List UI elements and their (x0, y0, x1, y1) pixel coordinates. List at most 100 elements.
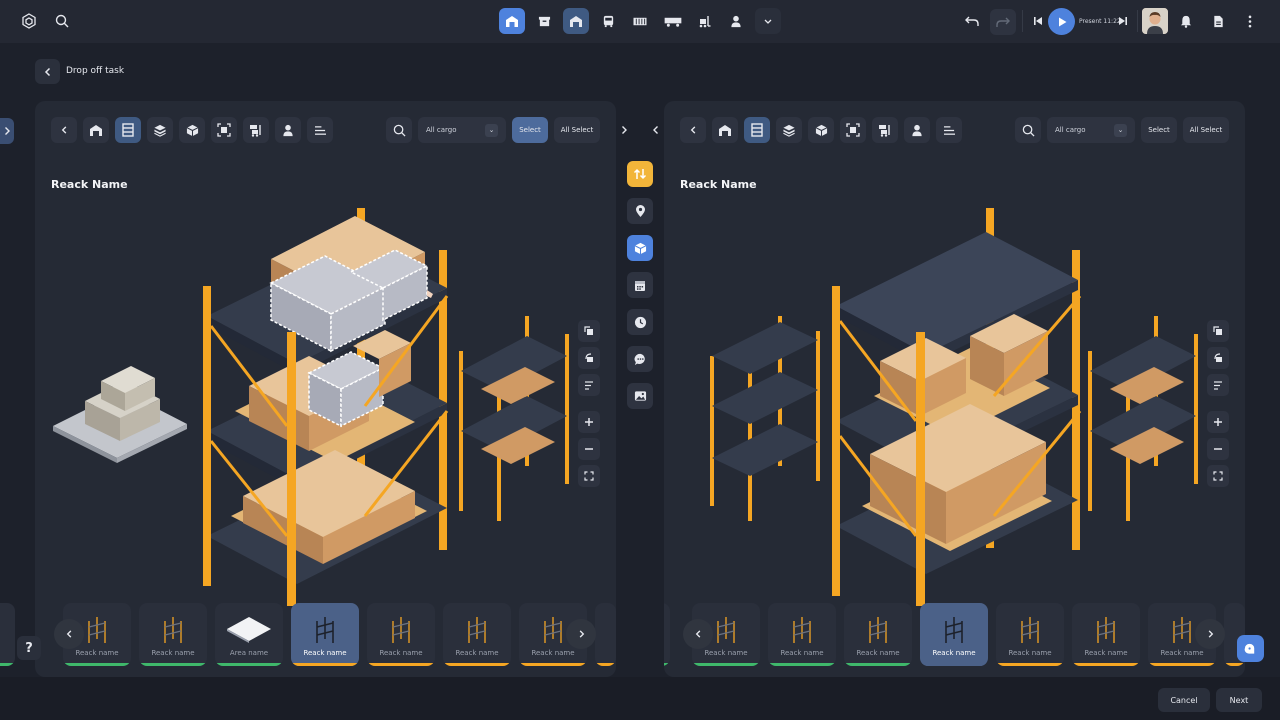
status-bar (139, 663, 207, 666)
clock-button[interactable] (627, 309, 653, 335)
user-icon (731, 15, 741, 27)
tool-rack[interactable] (115, 117, 141, 143)
panel-back-button[interactable] (680, 117, 706, 143)
strip-prev-button[interactable] (683, 619, 713, 649)
strip-prev-button[interactable] (54, 619, 84, 649)
tool-user[interactable] (904, 117, 930, 143)
tool-forklift[interactable] (872, 117, 898, 143)
map-pin-icon (635, 205, 645, 217)
rack-card[interactable]: Reack name (1072, 603, 1140, 666)
fullscreen-button[interactable] (578, 465, 600, 487)
rack-card-partial[interactable] (0, 603, 15, 666)
help-button[interactable]: ? (17, 636, 41, 660)
app-logo-icon[interactable] (19, 11, 39, 31)
tool-pallet-stack[interactable] (147, 117, 173, 143)
panel-search-button[interactable] (1015, 117, 1041, 143)
cargo-filter-select[interactable]: All cargo ⌄ (1047, 117, 1135, 143)
tool-box[interactable] (808, 117, 834, 143)
all-select-button[interactable]: All Select (554, 117, 600, 143)
tool-user[interactable] (275, 117, 301, 143)
rack-3d-scene[interactable] (35, 196, 616, 606)
tool-warehouse[interactable] (83, 117, 109, 143)
rack-card-selected[interactable]: Reack name (920, 603, 988, 666)
rack-thumbnail-icon (88, 617, 106, 643)
tool-rack[interactable] (744, 117, 770, 143)
notifications-button[interactable] (1176, 11, 1196, 31)
rack-thumbnail-icon (1173, 617, 1191, 643)
tool-pallet-stack[interactable] (776, 117, 802, 143)
rack-card-selected[interactable]: Reack name (291, 603, 359, 666)
zoom-out-button[interactable] (578, 438, 600, 460)
tool-scan[interactable] (840, 117, 866, 143)
all-select-button[interactable]: All Select (1183, 117, 1229, 143)
select-button[interactable]: Select (1141, 117, 1177, 143)
location-button[interactable] (627, 198, 653, 224)
tool-list[interactable] (936, 117, 962, 143)
left-drawer-toggle[interactable] (0, 118, 14, 144)
chat-button[interactable] (627, 346, 653, 372)
rack-card[interactable]: Reack name (844, 603, 912, 666)
cancel-button[interactable]: Cancel (1158, 688, 1210, 712)
cargo-filter-select[interactable]: All cargo ⌄ (418, 117, 506, 143)
play-button[interactable] (1048, 8, 1075, 35)
support-chat-button[interactable] (1237, 635, 1264, 662)
layers-button[interactable] (578, 374, 600, 396)
skip-back-button[interactable] (1029, 12, 1047, 30)
rack-3d-scene[interactable] (664, 196, 1245, 606)
tool-warehouse[interactable] (712, 117, 738, 143)
zoom-in-button[interactable] (578, 411, 600, 433)
rack-card[interactable]: Reack name (996, 603, 1064, 666)
zoom-out-button[interactable] (1207, 438, 1229, 460)
strip-next-button[interactable] (1195, 619, 1225, 649)
avatar[interactable] (1142, 8, 1168, 34)
rotate-view-button[interactable] (578, 320, 600, 342)
strip-next-button[interactable] (566, 619, 596, 649)
container-mode-button[interactable] (627, 8, 653, 34)
rack-card-partial[interactable] (664, 603, 670, 666)
select-button[interactable]: Select (512, 117, 548, 143)
warehouse-mode-button[interactable] (499, 8, 525, 34)
flip-view-button[interactable] (1207, 347, 1229, 369)
trailer-mode-button[interactable] (659, 8, 687, 34)
user-mode-button[interactable] (723, 8, 749, 34)
rack-thumbnail-icon (945, 617, 963, 643)
panel-back-button[interactable] (51, 117, 77, 143)
undo-button[interactable] (960, 9, 984, 33)
document-button[interactable] (1208, 11, 1228, 31)
tool-forklift[interactable] (243, 117, 269, 143)
next-button[interactable]: Next (1216, 688, 1262, 712)
rack-card[interactable]: Reack name (768, 603, 836, 666)
cargo-button[interactable] (627, 235, 653, 261)
flip-view-button[interactable] (578, 347, 600, 369)
panel-search-button[interactable] (386, 117, 412, 143)
box-mode-button[interactable] (531, 8, 557, 34)
redo-button[interactable] (990, 9, 1016, 35)
rack-card[interactable]: Reack name (443, 603, 511, 666)
rack-card-label: Reack name (455, 649, 499, 657)
skip-forward-button[interactable] (1114, 12, 1132, 30)
truck-front-mode-button[interactable] (595, 8, 621, 34)
calendar-button[interactable] (627, 272, 653, 298)
back-button[interactable] (35, 59, 60, 84)
rotate-view-button[interactable] (1207, 320, 1229, 342)
transfer-button[interactable] (627, 161, 653, 187)
rack-card-partial[interactable] (595, 603, 616, 666)
zoom-in-button[interactable] (1207, 411, 1229, 433)
fullscreen-button[interactable] (1207, 465, 1229, 487)
tool-scan[interactable] (211, 117, 237, 143)
forklift-mode-button[interactable] (691, 8, 717, 34)
search-icon[interactable] (52, 11, 72, 31)
rack-card[interactable]: Reack name (139, 603, 207, 666)
layers-button[interactable] (1207, 374, 1229, 396)
collapse-left-button[interactable] (617, 121, 631, 139)
image-button[interactable] (627, 383, 653, 409)
collapse-right-button[interactable] (649, 121, 663, 139)
rack-card[interactable]: Reack name (367, 603, 435, 666)
more-menu-button[interactable] (1240, 11, 1260, 31)
area-card[interactable]: Area name (215, 603, 283, 666)
tool-list[interactable] (307, 117, 333, 143)
pallet-area-preview[interactable] (53, 366, 187, 463)
tool-box[interactable] (179, 117, 205, 143)
more-modes-button[interactable] (755, 8, 781, 34)
garage-mode-button[interactable] (563, 8, 589, 34)
